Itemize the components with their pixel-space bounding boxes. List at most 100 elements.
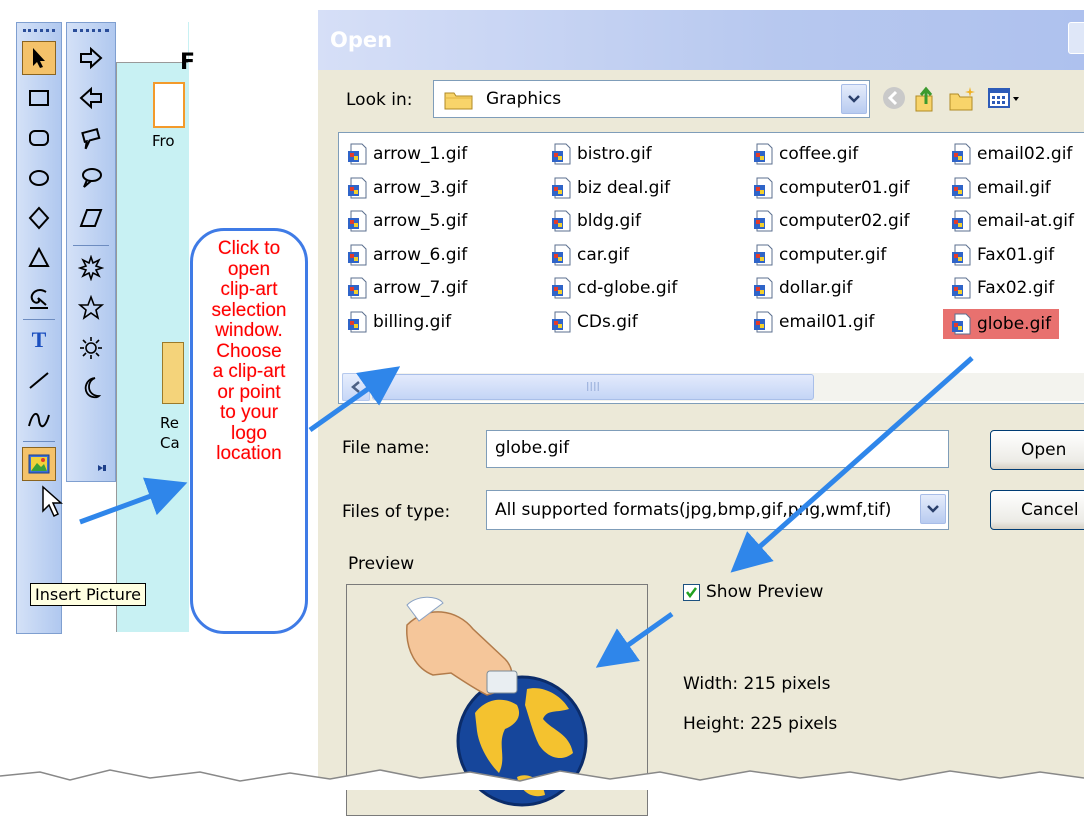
file-item[interactable]: Fax02.gif bbox=[951, 275, 1054, 301]
instruction-callout: Click to open clip-art selection window.… bbox=[190, 228, 308, 634]
show-preview-checkbox[interactable]: Show Preview bbox=[683, 582, 823, 602]
look-in-value: Graphics bbox=[486, 89, 562, 109]
file-name: bldg.gif bbox=[577, 211, 641, 231]
file-item[interactable]: email.gif bbox=[951, 175, 1051, 201]
toolbar-grip[interactable] bbox=[23, 29, 55, 35]
file-item[interactable]: car.gif bbox=[551, 242, 629, 268]
right-arrow-icon[interactable] bbox=[74, 41, 108, 75]
file-name: arrow_1.gif bbox=[373, 144, 468, 164]
back-icon[interactable] bbox=[880, 84, 908, 112]
image-file-icon bbox=[348, 143, 367, 165]
file-item[interactable]: computer01.gif bbox=[753, 175, 910, 201]
open-button[interactable]: Open bbox=[990, 430, 1084, 470]
insert-picture-tooltip: Insert Picture bbox=[30, 583, 146, 606]
burst-icon[interactable] bbox=[74, 251, 108, 285]
file-item[interactable]: computer02.gif bbox=[753, 208, 910, 234]
preview-pane bbox=[346, 584, 648, 816]
file-item[interactable]: email01.gif bbox=[753, 309, 874, 335]
scroll-grip: IIII bbox=[585, 380, 601, 394]
file-item[interactable]: bistro.gif bbox=[551, 141, 652, 167]
insert-picture-icon[interactable] bbox=[22, 447, 56, 481]
look-in-select[interactable]: Graphics bbox=[433, 80, 870, 118]
file-name: coffee.gif bbox=[779, 144, 859, 164]
file-item[interactable]: coffee.gif bbox=[753, 141, 858, 167]
file-item[interactable]: email-at.gif bbox=[951, 208, 1074, 234]
checkbox-checked-icon[interactable] bbox=[683, 583, 700, 601]
file-item[interactable]: billing.gif bbox=[347, 309, 451, 335]
left-arrow-icon[interactable] bbox=[74, 81, 108, 115]
scroll-thumb[interactable]: IIII bbox=[372, 374, 814, 400]
star-icon[interactable] bbox=[74, 291, 108, 325]
moon-icon[interactable] bbox=[74, 371, 108, 405]
pointer-icon[interactable] bbox=[22, 41, 56, 75]
sun-icon[interactable] bbox=[74, 331, 108, 365]
arc-icon[interactable] bbox=[22, 281, 56, 315]
parallelogram-icon[interactable] bbox=[74, 201, 108, 235]
image-file-icon bbox=[754, 143, 773, 165]
file-name: globe.gif bbox=[977, 313, 1052, 334]
files-of-type-select[interactable]: All supported formats(jpg,bmp,gif,png,wm… bbox=[486, 490, 949, 530]
file-name: arrow_5.gif bbox=[373, 211, 468, 231]
image-file-icon bbox=[552, 244, 571, 265]
speech-bubble-icon[interactable] bbox=[74, 121, 108, 155]
diamond-icon[interactable] bbox=[22, 201, 56, 235]
file-item[interactable]: arrow_6.gif bbox=[347, 242, 467, 268]
thought-bubble-icon[interactable] bbox=[74, 161, 108, 195]
text-tool-glyph: T bbox=[31, 327, 47, 352]
file-name: Fax02.gif bbox=[977, 278, 1055, 298]
file-item[interactable]: computer.gif bbox=[753, 242, 886, 268]
file-name: email.gif bbox=[977, 177, 1051, 198]
image-file-icon bbox=[754, 244, 773, 265]
file-name: computer.gif bbox=[779, 244, 887, 265]
toolbar-grip-2[interactable] bbox=[73, 29, 109, 35]
triangle-icon[interactable] bbox=[22, 241, 56, 275]
chevron-down-icon[interactable] bbox=[841, 84, 867, 114]
text-tool-icon[interactable]: T bbox=[22, 323, 56, 357]
dialog-titlebar[interactable]: Open bbox=[318, 10, 1084, 70]
curve-icon[interactable] bbox=[22, 403, 56, 437]
cancel-button[interactable]: Cancel bbox=[990, 490, 1084, 530]
image-file-icon bbox=[348, 210, 367, 232]
toolbar-overflow-icon[interactable] bbox=[97, 463, 107, 473]
file-item[interactable]: arrow_7.gif bbox=[347, 275, 467, 301]
image-file-icon bbox=[952, 143, 971, 165]
drawing-app-area: T F Fro Re Ca bbox=[8, 22, 195, 637]
ellipse-icon[interactable] bbox=[22, 161, 56, 195]
file-name: email-at.gif bbox=[977, 211, 1075, 231]
image-file-icon bbox=[754, 311, 773, 332]
chevron-down-icon[interactable] bbox=[920, 494, 946, 524]
file-item[interactable]: globe.gif bbox=[943, 308, 1060, 339]
new-folder-icon[interactable] bbox=[948, 84, 978, 112]
file-item[interactable]: cd-globe.gif bbox=[551, 275, 677, 301]
file-list[interactable]: arrow_1.gif arrow_3.gif arrow_5.gif arrow_6… bbox=[338, 132, 1084, 404]
rectangle-icon[interactable] bbox=[22, 81, 56, 115]
file-item[interactable]: CDs.gif bbox=[551, 309, 638, 335]
globe-preview-image bbox=[406, 596, 588, 807]
close-button[interactable] bbox=[1068, 22, 1084, 54]
view-menu-icon[interactable] bbox=[986, 84, 1024, 112]
line-icon[interactable] bbox=[22, 363, 56, 397]
file-item[interactable]: dollar.gif bbox=[753, 275, 852, 301]
file-name-input[interactable]: globe.gif bbox=[486, 430, 949, 468]
canvas-letter: F bbox=[180, 50, 196, 75]
image-file-icon bbox=[754, 277, 773, 299]
file-item[interactable]: arrow_5.gif bbox=[347, 208, 467, 234]
file-item[interactable]: email02.gif bbox=[951, 141, 1072, 167]
rounded-rectangle-icon[interactable] bbox=[22, 121, 56, 155]
drawing-toolbar-1: T bbox=[16, 22, 63, 634]
up-folder-icon[interactable] bbox=[912, 84, 940, 114]
file-item[interactable]: arrow_3.gif bbox=[347, 175, 467, 201]
canvas-label-3: Ca bbox=[160, 434, 180, 452]
file-name: dollar.gif bbox=[779, 278, 853, 298]
file-item[interactable]: arrow_1.gif bbox=[347, 141, 467, 167]
image-file-icon bbox=[348, 311, 367, 332]
file-item[interactable]: biz deal.gif bbox=[551, 175, 670, 201]
canvas-frame bbox=[153, 82, 185, 128]
file-item[interactable]: Fax01.gif bbox=[951, 242, 1054, 268]
image-file-icon bbox=[754, 177, 773, 198]
dialog-title: Open bbox=[330, 28, 393, 52]
file-item[interactable]: bldg.gif bbox=[551, 208, 641, 234]
horizontal-scrollbar[interactable]: IIII bbox=[342, 373, 1084, 401]
image-file-icon bbox=[552, 210, 571, 232]
scroll-left-button[interactable] bbox=[342, 373, 370, 401]
